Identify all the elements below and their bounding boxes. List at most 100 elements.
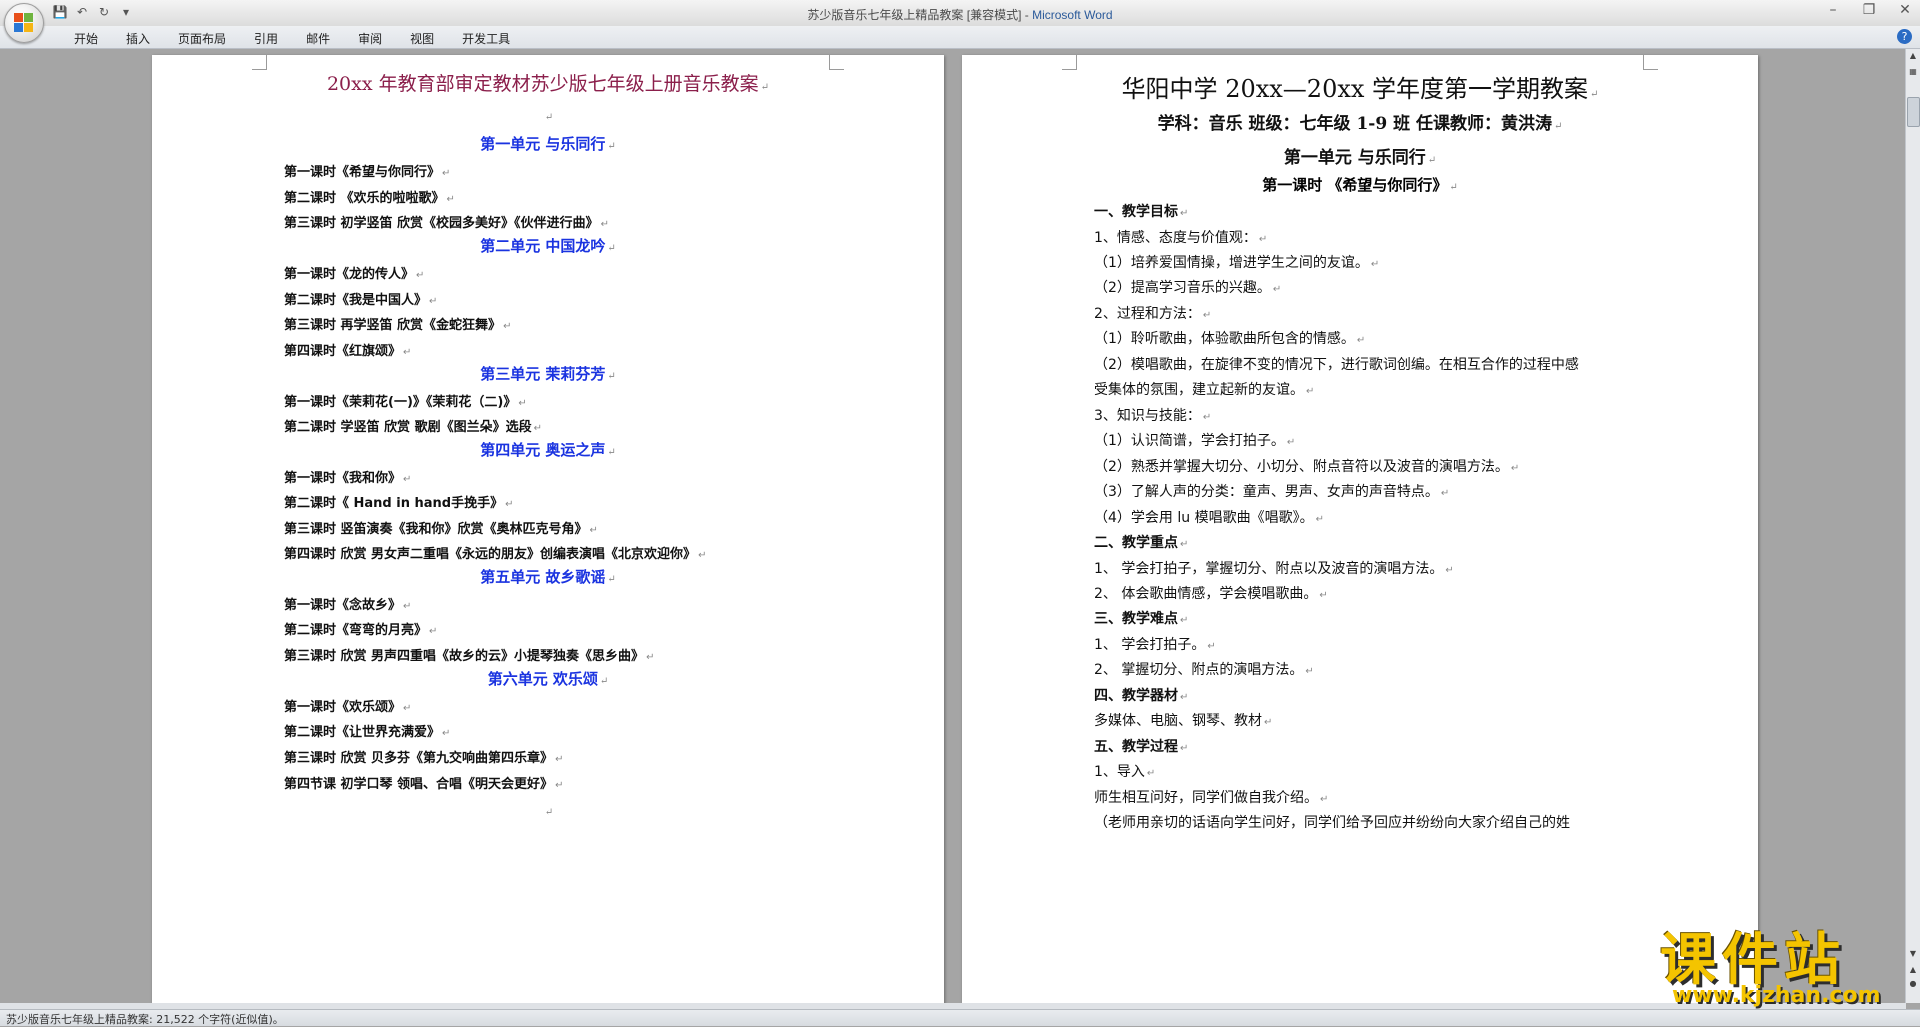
view-ruler-icon[interactable]: ▦	[1907, 67, 1919, 79]
paragraph-mark: ↵	[442, 168, 451, 179]
unit-heading: 第四单元 奥运之声 ↵	[152, 439, 944, 460]
unit-heading: 第一单元 与乐同行 ↵	[962, 143, 1758, 168]
plan-line: 3、知识与技能： ↵	[1094, 405, 1211, 425]
paragraph-mark: ↵	[1449, 182, 1458, 193]
paragraph-mark: ↵	[1427, 155, 1437, 166]
document-page-left[interactable]: 20xx 年教育部审定教材苏少版七年级上册音乐教案 ↵ ↵ 第一单元 与乐同行 ↵ …	[152, 55, 944, 1005]
unit-heading-text: 第四单元 奥运之声	[480, 441, 606, 459]
plan-line: （3）了解人声的分类：童声、男声、女声的声音特点。 ↵	[1094, 481, 1449, 501]
paragraph-mark: ↵	[1180, 208, 1189, 219]
lesson-heading-text: 第一课时 《希望与你同行》	[1262, 176, 1448, 194]
unit-heading-text: 第二单元 中国龙吟	[480, 237, 606, 255]
plan-line-text: （2）熟悉并掌握大切分、小切分、附点音符以及波音的演唱方法。	[1094, 459, 1509, 475]
lesson-line: 第一课时《念故乡》 ↵	[284, 594, 411, 613]
tab-insert[interactable]: 插入	[112, 30, 164, 47]
restore-icon[interactable]: ❐	[1858, 2, 1880, 18]
lesson-text: 第二课时《我是中国人》	[284, 293, 428, 308]
lesson-line: 第一课时《欢乐颂》 ↵	[284, 696, 411, 715]
paragraph-mark: ↵	[1590, 89, 1599, 100]
tab-references[interactable]: 引用	[240, 30, 292, 47]
paragraph-mark: ↵	[403, 703, 412, 714]
document-title: 20xx 年教育部审定教材苏少版七年级上册音乐教案 ↵	[152, 69, 944, 96]
tab-developer[interactable]: 开发工具	[448, 30, 524, 47]
plan-line-text: 2、 掌握切分、附点的演唱方法。	[1094, 662, 1304, 678]
lesson-line: 第四节课 初学口琴 领唱、合唱《明天会更好》 ↵	[284, 773, 563, 792]
plan-line-text: （4）学会用 lu 模唱歌曲《唱歌》。	[1094, 510, 1314, 526]
tab-mailings[interactable]: 邮件	[292, 30, 344, 47]
lesson-line: 第二课时《让世界充满爱》 ↵	[284, 721, 450, 740]
plan-line: （1）培养爱国情操，增进学生之间的友谊。 ↵	[1094, 252, 1379, 272]
tab-review[interactable]: 审阅	[344, 30, 396, 47]
lesson-text: 第三课时 再学竖笛 欣赏《金蛇狂舞》	[284, 318, 502, 333]
lesson-text: 第二课时 学竖笛 欣赏 歌剧《图兰朵》选段	[284, 420, 532, 435]
unit-heading-text: 第三单元 茉莉芬芳	[480, 365, 606, 383]
plan-line: （1）聆听歌曲，体验歌曲所包含的情感。 ↵	[1094, 328, 1365, 348]
paragraph-mark: ↵	[1445, 565, 1454, 576]
paragraph-mark: ↵	[555, 754, 564, 765]
plan-line-text: 受集体的氛围，建立起新的友谊。	[1094, 382, 1304, 398]
scroll-up-icon[interactable]: ▲	[1907, 51, 1919, 63]
office-button[interactable]	[4, 3, 44, 43]
lesson-line: 第三课时 欣赏 男声四重唱《故乡的云》小提琴独奏《思乡曲》 ↵	[284, 645, 654, 664]
paragraph-mark: ↵	[1207, 641, 1216, 652]
left-title-text: 20xx 年教育部审定教材苏少版七年级上册音乐教案	[326, 73, 759, 95]
lesson-line: 第四课时《红旗颂》 ↵	[284, 340, 411, 359]
plan-line-text: （1）聆听歌曲，体验歌曲所包含的情感。	[1094, 331, 1355, 347]
paragraph-mark: ↵	[607, 371, 616, 382]
lesson-text: 第一课时《希望与你同行》	[284, 165, 441, 180]
paragraph-mark: ↵	[544, 807, 554, 818]
right-title-text: 华阳中学 20xx—20xx 学年度第一学期教案	[1121, 75, 1589, 103]
lesson-text: 第三课时 初学竖笛 欣赏《校园多美好》《伙伴进行曲》	[284, 216, 599, 231]
help-icon[interactable]: ?	[1897, 29, 1912, 44]
paragraph-mark: ↵	[1315, 514, 1324, 525]
paragraph-mark: ↵	[1272, 284, 1282, 295]
plan-line-text: 五、教学过程	[1094, 739, 1178, 755]
lesson-text: 第一课时《茉莉花(一)》《茉莉花（二)》	[284, 395, 517, 410]
unit-heading: 第三单元 茉莉芬芳 ↵	[152, 363, 944, 384]
paragraph-mark: ↵	[1319, 590, 1328, 601]
lesson-line: 第二课时《 Hand in hand手挽手》 ↵	[284, 492, 513, 511]
document-title: 苏少版音乐七年级上精品教案 [兼容模式] -	[807, 8, 1033, 22]
plan-line: 一、教学目标 ↵	[1094, 201, 1188, 221]
paragraph-mark: ↵	[1202, 310, 1212, 321]
plan-line: （2）提高学习音乐的兴趣。 ↵	[1094, 277, 1281, 297]
paragraph-mark: ↵	[607, 574, 616, 585]
title-bar: 💾 ↶ ↻ ▾ 苏少版音乐七年级上精品教案 [兼容模式] - Microsoft…	[0, 0, 1920, 27]
window-title: 苏少版音乐七年级上精品教案 [兼容模式] - Microsoft Word	[0, 6, 1920, 23]
lesson-line: 第三课时 再学竖笛 欣赏《金蛇狂舞》 ↵	[284, 314, 511, 333]
paragraph-mark: ↵	[1180, 615, 1189, 626]
plan-line: 1、导入 ↵	[1094, 761, 1155, 781]
unit-heading-text: 第六单元 欢乐颂	[487, 670, 598, 688]
lesson-text: 第二课时《 Hand in hand手挽手》	[284, 496, 504, 511]
tab-home[interactable]: 开始	[60, 30, 112, 47]
plan-line-text: （1）培养爱国情操，增进学生之间的友谊。	[1094, 255, 1369, 271]
paragraph-mark: ↵	[1264, 717, 1273, 728]
tab-page-layout[interactable]: 页面布局	[164, 30, 240, 47]
plan-line: 多媒体、电脑、钢琴、教材 ↵	[1094, 710, 1272, 730]
tab-view[interactable]: 视图	[396, 30, 448, 47]
unit-heading: 第六单元 欢乐颂 ↵	[152, 668, 944, 689]
plan-line-text: 三、教学难点	[1094, 611, 1178, 627]
margin-corner-mark	[829, 55, 844, 70]
document-title: 华阳中学 20xx—20xx 学年度第一学期教案 ↵	[962, 69, 1758, 104]
plan-line: 二、教学重点 ↵	[1094, 532, 1188, 552]
paragraph-mark: ↵	[533, 423, 542, 434]
plan-line-text: 一、教学目标	[1094, 204, 1178, 220]
scrollbar-thumb[interactable]	[1907, 97, 1920, 127]
minimize-icon[interactable]: –	[1822, 2, 1844, 18]
paragraph-mark: ↵	[544, 112, 554, 123]
unit-heading: 第一单元 与乐同行 ↵	[152, 133, 944, 154]
plan-line: （2）熟悉并掌握大切分、小切分、附点音符以及波音的演唱方法。 ↵	[1094, 456, 1519, 476]
close-icon[interactable]: ✕	[1894, 2, 1916, 18]
plan-line-text: （1）认识简谱，学会打拍子。	[1094, 433, 1285, 449]
lesson-text: 第三课时 竖笛演奏《我和你》欣赏《奥林匹克号角》	[284, 522, 588, 537]
lesson-line: 第二课时《弯弯的月亮》 ↵	[284, 619, 437, 638]
vertical-scrollbar[interactable]: ▲ ▦ ▼ ▲ ●	[1905, 49, 1920, 1003]
lesson-text: 第四节课 初学口琴 领唱、合唱《明天会更好》	[284, 777, 554, 792]
lesson-line: 第一课时《我和你》 ↵	[284, 467, 411, 486]
paragraph-mark: ↵	[1258, 234, 1268, 245]
lesson-line: 第三课时 初学竖笛 欣赏《校园多美好》《伙伴进行曲》 ↵	[284, 212, 609, 231]
plan-line-text: 2、 体会歌曲情感，学会模唱歌曲。	[1094, 586, 1318, 602]
document-page-right[interactable]: 华阳中学 20xx—20xx 学年度第一学期教案 ↵ 学科：音乐 班级：七年级 1…	[962, 55, 1758, 1005]
lesson-text: 第一课时《龙的传人》	[284, 267, 415, 282]
